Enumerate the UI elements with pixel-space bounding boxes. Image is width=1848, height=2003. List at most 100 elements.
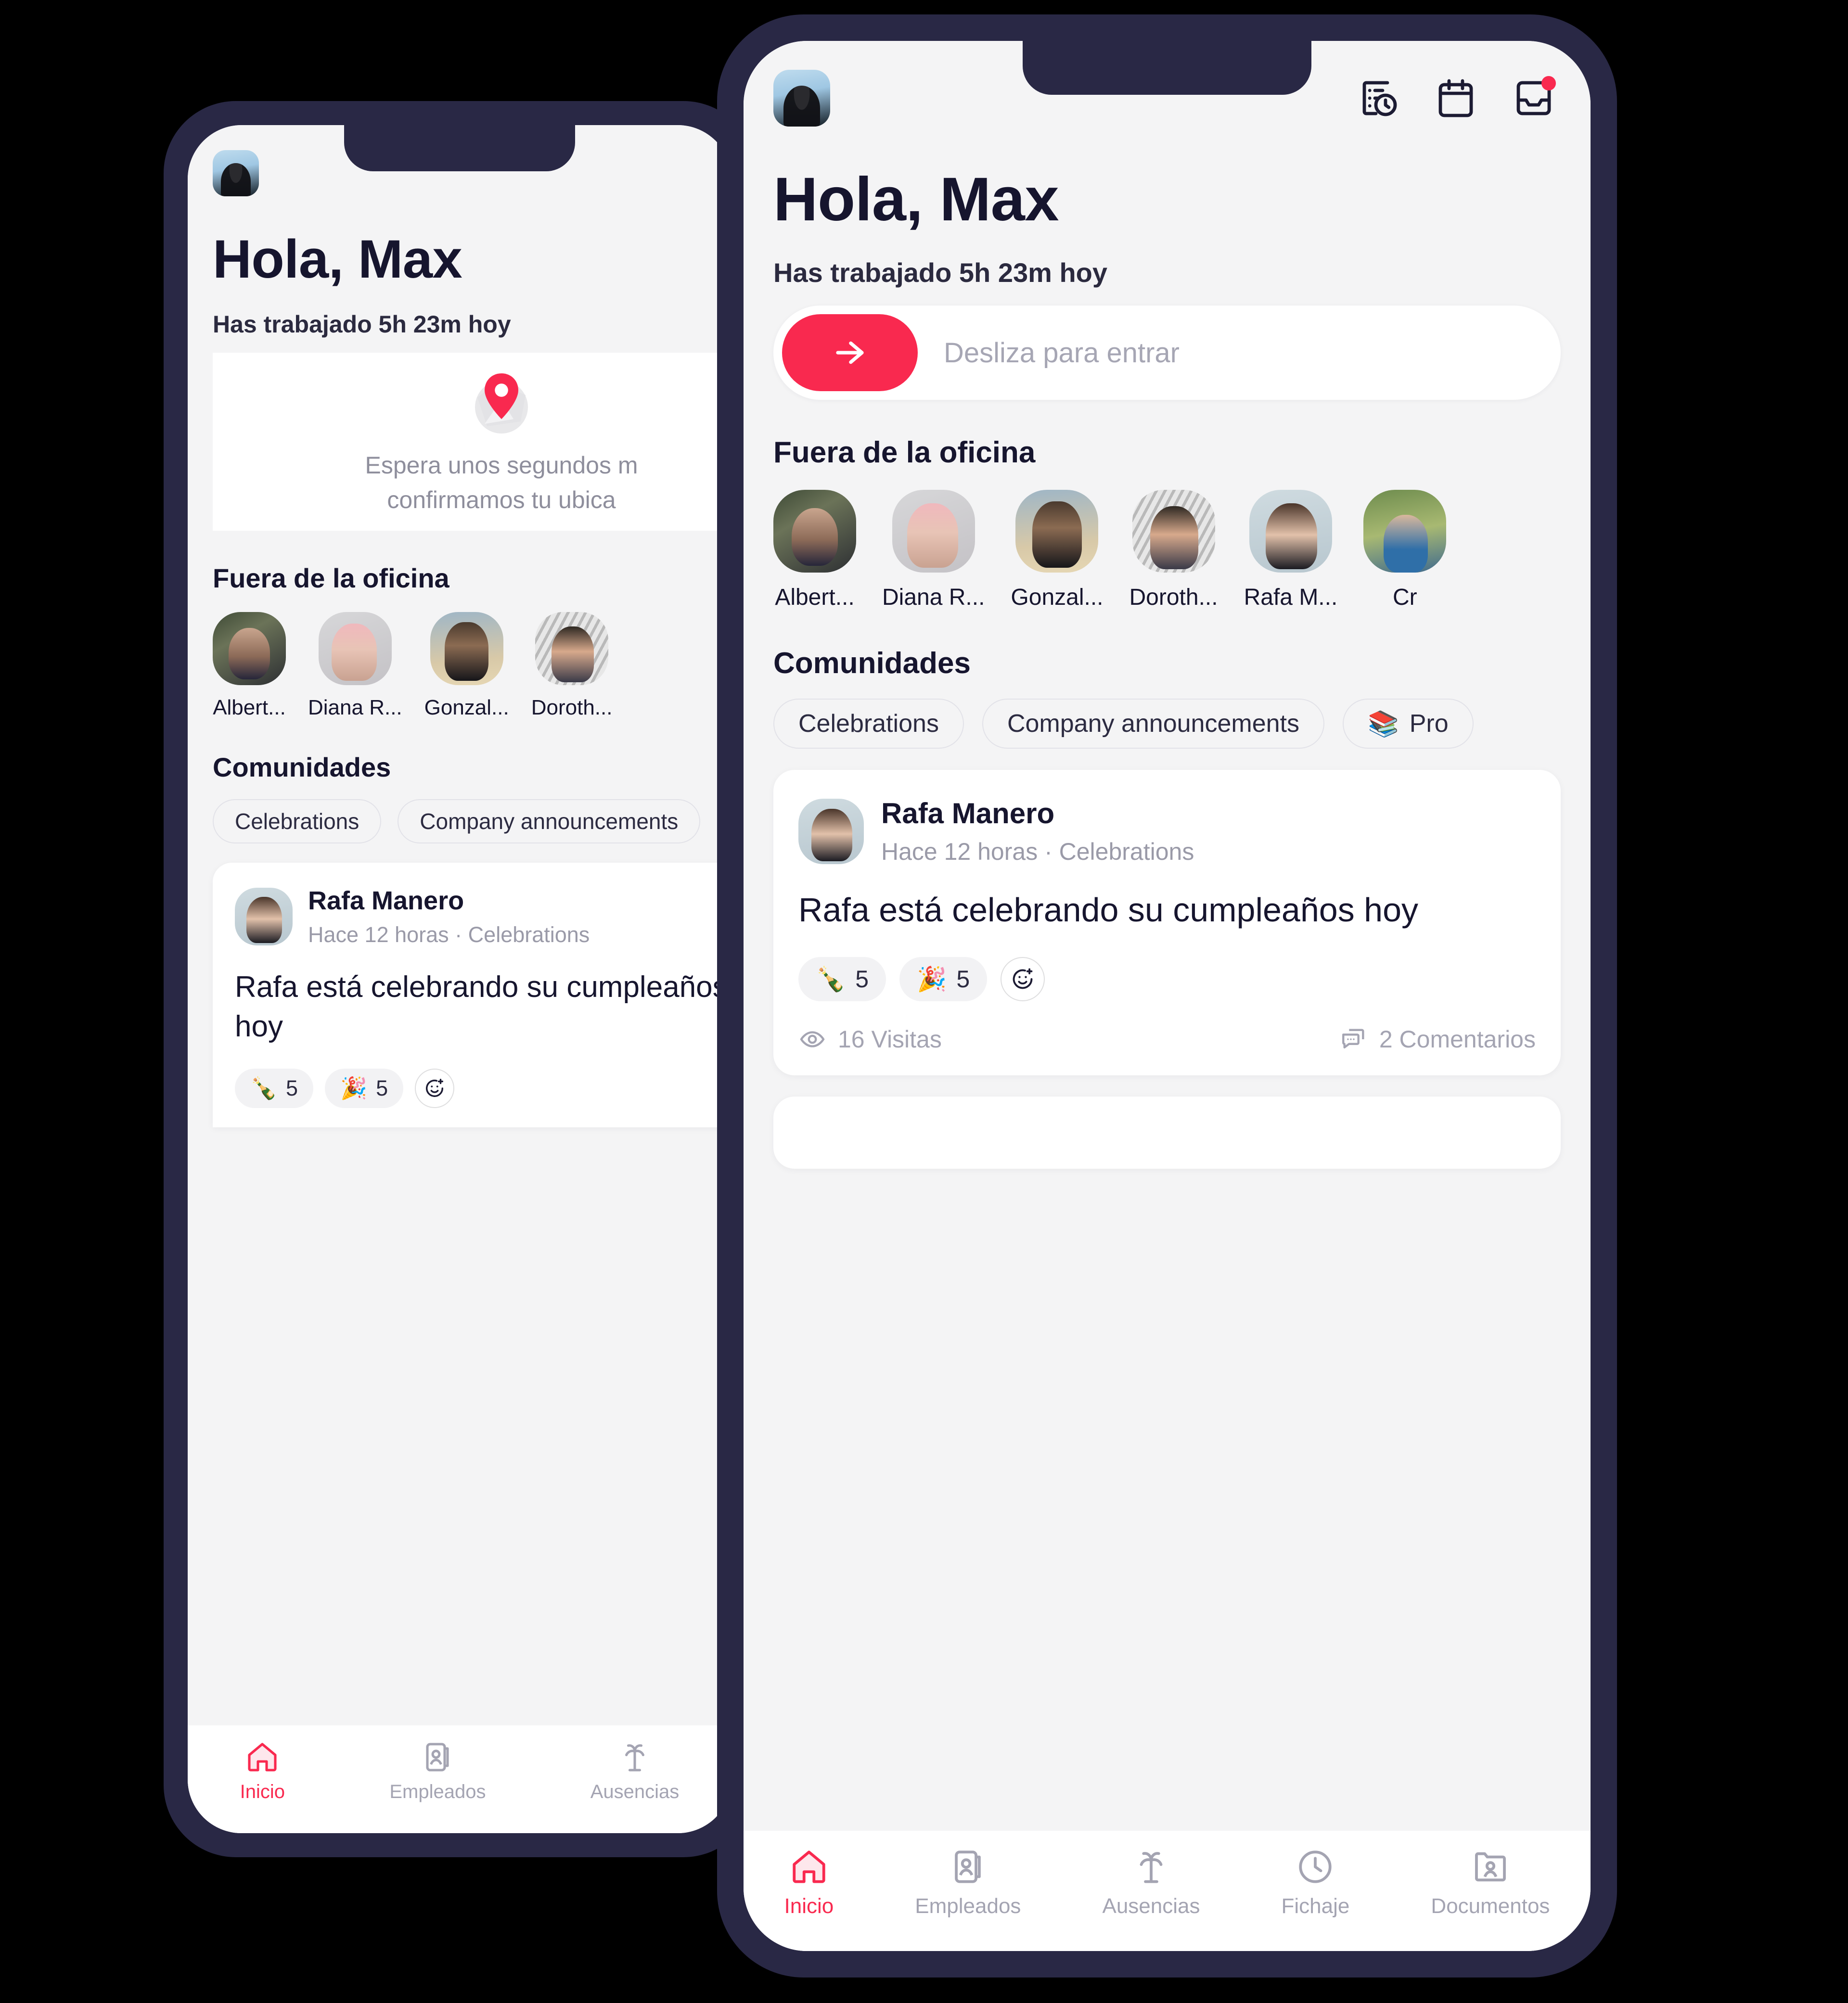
reaction-chip-party[interactable]: 🎉 5 [899,957,988,1002]
out-of-office-list[interactable]: Albert... Diana R... Gonzal... Doroth... [773,490,1591,611]
list-item[interactable]: Albert... [773,490,856,611]
screenshot-stage: Hola, Max Has trabajado 5h 23m hoy Esper… [0,0,1848,2003]
tab-label: Fichaje [1281,1894,1350,1918]
tab-inicio[interactable]: Inicio [240,1740,285,1803]
add-reaction-icon[interactable] [415,1068,455,1108]
tab-documentos[interactable]: Documentos [1431,1847,1550,1918]
tab-ausencias[interactable]: Ausencias [1102,1847,1200,1918]
chip-label: Company announcements [1007,710,1299,738]
add-reaction-icon[interactable] [1001,957,1045,1002]
community-chip-company-announcements[interactable]: Company announcements [982,699,1324,749]
community-chip-pro[interactable]: 📚 Pro [1343,699,1474,749]
post-reactions[interactable]: 🍾 5 🎉 5 [798,957,1536,1002]
avatar [213,612,286,685]
page-title: Hola, Max [213,229,462,289]
post-views: 16 Visitas [798,1025,942,1053]
worked-today-text: Has trabajado 5h 23m hoy [773,257,1108,288]
tab-fichaje[interactable]: Fichaje [1281,1847,1350,1918]
out-of-office-list-back[interactable]: Albert... Diana R... Gonzal... Doroth... [213,612,732,720]
app-home-screen-back: Hola, Max Has trabajado 5h 23m hoy Esper… [188,125,732,1833]
chip-label: Celebrations [798,710,939,738]
list-item[interactable]: Rafa M... [1244,490,1338,611]
reaction-count: 5 [855,966,869,993]
calendar-icon[interactable] [1433,75,1479,121]
clock-in-slider[interactable]: Desliza para entrar [773,306,1561,400]
list-item[interactable]: Doroth... [1129,490,1218,611]
clock-icon [1299,1850,1332,1883]
slider-label: Desliza para entrar [944,337,1180,369]
community-post-card[interactable]: Rafa Manero Hace 12 horas · Celebrations… [773,770,1561,1076]
list-item[interactable]: Gonzal... [1011,490,1104,611]
avatar[interactable] [1363,490,1447,573]
tab-empleados[interactable]: Empleados [915,1847,1021,1918]
list-item[interactable]: Doroth... [531,612,613,720]
list-item[interactable]: Cr [1363,490,1447,611]
post-comments[interactable]: 2 Comentarios [1340,1025,1536,1053]
reaction-count: 5 [376,1075,388,1100]
location-wait-text: Espera unos segundos m confirmamos tu ub… [365,448,638,518]
tab-label: Empleados [389,1781,486,1802]
tab-label: Ausencias [1102,1894,1200,1918]
device-notch [1023,41,1311,95]
community-chip-celebrations[interactable]: Celebrations [773,699,964,749]
list-item[interactable]: Gonzal... [424,612,509,720]
avatar[interactable] [773,490,856,573]
communities-chip-list-back[interactable]: Celebrations Company announcements [213,799,732,843]
tab-empleados[interactable]: Empleados [389,1740,486,1803]
party-popper-emoji-icon: 🎉 [340,1076,368,1101]
slider-knob[interactable] [782,314,918,391]
reaction-count: 5 [956,966,970,993]
community-chip[interactable]: Celebrations [213,799,382,843]
avatar[interactable] [892,490,975,573]
tab-ausencias[interactable]: Ausencias [590,1740,679,1803]
views-count: 16 Visitas [838,1026,942,1053]
user-avatar[interactable] [213,150,259,196]
reaction-chip-bottle[interactable]: 🍾 5 [798,957,886,1002]
communities-title: Comunidades [773,647,971,680]
tab-label: Empleados [915,1894,1021,1918]
list-item[interactable]: Albert... [213,612,286,720]
device-notch-back [344,125,575,171]
list-item[interactable]: Diana R... [882,490,985,611]
post-reactions[interactable]: 🍾 5 🎉 5 [235,1068,732,1108]
post-header: Rafa Manero Hace 12 horas · Celebrations [798,797,1536,866]
phone-device-back: Hola, Max Has trabajado 5h 23m hoy Esper… [164,101,756,1857]
top-bar-icons [1355,75,1557,121]
inbox-icon[interactable] [1511,75,1557,121]
community-post-card-next[interactable] [773,1097,1561,1169]
bottom-tab-bar-back[interactable]: Inicio Empleados Ausencias [188,1725,732,1833]
person-name: Gonzal... [424,696,509,719]
avatar[interactable] [1132,490,1215,573]
communities-title: Comunidades [213,752,391,782]
post-author: Rafa Manero [881,797,1055,829]
comments-count: 2 Comentarios [1379,1026,1536,1053]
list-item[interactable]: Diana R... [308,612,402,720]
avatar[interactable] [798,798,864,864]
person-name: Rafa M... [1244,585,1338,610]
eye-icon [800,1031,825,1048]
avatar [535,612,609,685]
party-popper-emoji-icon: 🎉 [917,965,947,993]
person-name: Albert... [775,585,855,610]
out-of-office-title: Fuera de la oficina [213,563,449,593]
tab-inicio[interactable]: Inicio [784,1847,834,1918]
documents-icon [1475,1852,1506,1882]
communities-chip-list[interactable]: Celebrations Company announcements 📚 Pro [773,699,1591,749]
tab-label: Documentos [1431,1894,1550,1918]
post-body: Rafa está celebrando su cumpleaños hoy [798,891,1419,929]
avatar[interactable] [1015,490,1099,573]
reaction-chip[interactable]: 🍾 5 [235,1068,314,1108]
reaction-chip[interactable]: 🎉 5 [325,1068,404,1108]
person-name: Doroth... [531,696,613,719]
bottom-tab-bar[interactable]: Inicio Empleados Ausencias Fichaje Docum… [744,1831,1591,1951]
post-header: Rafa Manero Hace 12 horas · Celebrations [235,886,732,947]
avatar[interactable] [1249,490,1332,573]
post-body: Rafa está celebrando su cumpleaños hoy [235,970,728,1043]
time-tracking-icon[interactable] [1355,75,1401,121]
person-name: Doroth... [1129,585,1218,610]
user-avatar[interactable] [773,70,830,127]
location-confirm-card: Espera unos segundos m confirmamos tu ub… [213,353,732,531]
community-chip[interactable]: Company announcements [398,799,701,843]
tab-label: Inicio [240,1781,285,1802]
community-post-card-back[interactable]: Rafa Manero Hace 12 horas · Celebrations… [213,863,732,1127]
